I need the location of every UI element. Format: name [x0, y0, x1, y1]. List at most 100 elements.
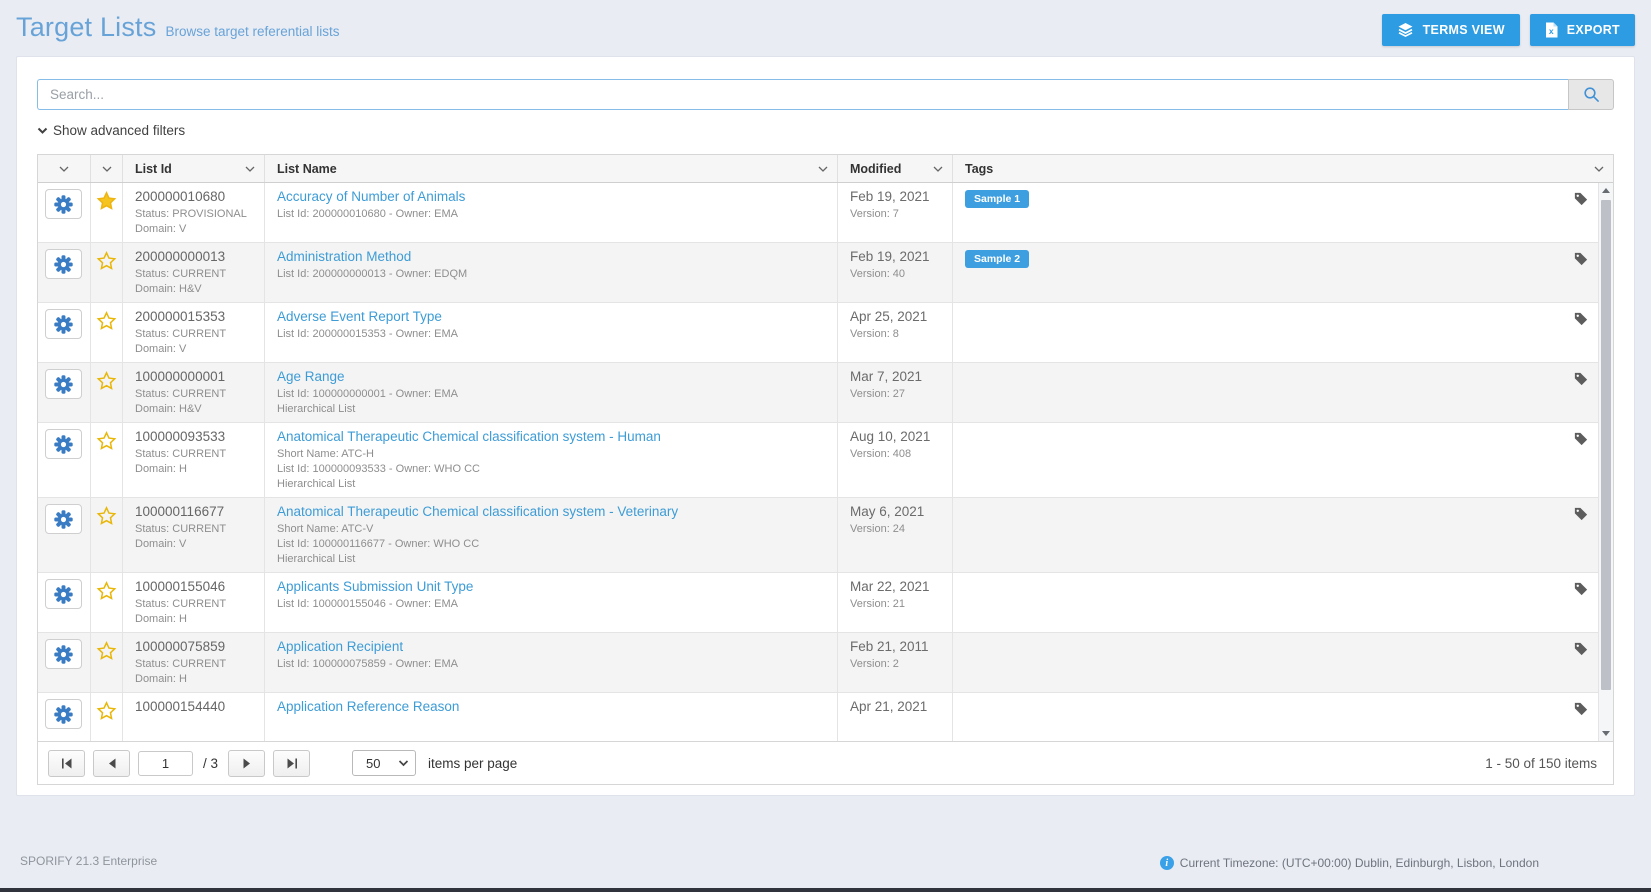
row-name-cell: Anatomical Therapeutic Chemical classifi… [264, 423, 837, 497]
list-name-link[interactable]: Anatomical Therapeutic Chemical classifi… [277, 428, 825, 445]
scroll-down-button[interactable] [1599, 726, 1613, 741]
row-name-cell: Applicants Submission Unit Type List Id:… [264, 573, 837, 632]
favorite-star-icon[interactable] [96, 251, 117, 276]
terms-view-button[interactable]: TERMS VIEW [1382, 14, 1520, 46]
row-settings-button[interactable] [45, 504, 82, 534]
tag-icon[interactable] [1574, 642, 1588, 656]
page-number-input[interactable] [138, 751, 193, 776]
next-page-button[interactable] [228, 750, 265, 777]
favorite-star-icon[interactable] [96, 641, 117, 666]
row-actions-cell [38, 693, 90, 741]
tag-badge[interactable]: Sample 2 [965, 250, 1029, 268]
header-cell-list-id[interactable]: List Id [122, 155, 264, 182]
search-button[interactable] [1568, 79, 1614, 110]
row-tags-cell [952, 498, 1598, 572]
row-settings-button[interactable] [45, 639, 82, 669]
favorite-star-icon[interactable] [96, 506, 117, 531]
row-star-cell [90, 633, 122, 692]
row-settings-button[interactable] [45, 369, 82, 399]
list-name-link[interactable]: Application Reference Reason [277, 698, 825, 715]
list-name-link[interactable]: Anatomical Therapeutic Chemical classifi… [277, 503, 825, 520]
list-name-link[interactable]: Applicants Submission Unit Type [277, 578, 825, 595]
tag-icon[interactable] [1574, 702, 1588, 716]
list-name-link[interactable]: Administration Method [277, 248, 825, 265]
tag-icon[interactable] [1574, 582, 1588, 596]
row-settings-button[interactable] [45, 309, 82, 339]
list-name-link[interactable]: Age Range [277, 368, 825, 385]
chevron-down-icon[interactable] [102, 166, 112, 172]
search-input[interactable] [37, 79, 1568, 110]
list-name-link[interactable]: Accuracy of Number of Animals [277, 188, 825, 205]
tag-icon[interactable] [1574, 432, 1588, 446]
chevron-down-icon[interactable] [59, 166, 69, 172]
list-name-link[interactable]: Adverse Event Report Type [277, 308, 825, 325]
row-detail: List Id: 100000116677 - Owner: WHO CC [277, 537, 825, 552]
first-page-button[interactable] [48, 750, 85, 777]
row-settings-button[interactable] [45, 579, 82, 609]
header-cell-actions[interactable] [38, 155, 90, 182]
row-modified-cell: Apr 25, 2021 Version: 8 [837, 303, 952, 362]
row-settings-button[interactable] [45, 249, 82, 279]
tag-badge[interactable]: Sample 1 [965, 190, 1029, 208]
export-label: EXPORT [1567, 23, 1620, 37]
tag-icon[interactable] [1574, 252, 1588, 266]
row-detail: List Id: 200000000013 - Owner: EDQM [277, 267, 825, 282]
row-id-cell: 200000010680 Status: PROVISIONAL Domain:… [122, 183, 264, 242]
row-details: List Id: 100000075859 - Owner: EMA [277, 657, 825, 672]
tag-icon[interactable] [1574, 192, 1588, 206]
app-header: Target Lists Browse target referential l… [0, 0, 1651, 44]
gear-icon [54, 510, 73, 529]
row-domain: Domain: H [135, 462, 252, 477]
chevron-down-icon[interactable] [245, 166, 255, 172]
row-tags-cell [952, 423, 1598, 497]
export-button[interactable]: x EXPORT [1530, 14, 1635, 46]
scroll-up-button[interactable] [1599, 183, 1613, 198]
chevron-down-icon [37, 127, 48, 135]
row-list-id: 200000015353 [135, 308, 252, 325]
page-title: Target Lists [16, 12, 156, 43]
last-page-button[interactable] [273, 750, 310, 777]
row-actions-cell [38, 633, 90, 692]
tag-icon[interactable] [1574, 507, 1588, 521]
row-version: Version: 408 [850, 447, 940, 462]
favorite-star-icon[interactable] [96, 311, 117, 336]
row-domain: Domain: V [135, 342, 252, 357]
chevron-down-icon[interactable] [818, 166, 828, 172]
skip-to-first-icon [61, 758, 73, 769]
row-id-cell: 100000155046 Status: CURRENT Domain: H [122, 573, 264, 632]
favorite-star-icon[interactable] [96, 371, 117, 396]
header-cell-favorite[interactable] [90, 155, 122, 182]
scroll-thumb[interactable] [1601, 200, 1611, 690]
advanced-filters-toggle[interactable]: Show advanced filters [37, 123, 185, 138]
favorite-star-icon[interactable] [96, 191, 117, 216]
row-details: Short Name: ATC-VList Id: 100000116677 -… [277, 522, 825, 567]
tag-icon[interactable] [1574, 372, 1588, 386]
row-status: Status: CURRENT [135, 327, 252, 342]
row-domain: Domain: H&V [135, 282, 252, 297]
row-detail: Hierarchical List [277, 552, 825, 567]
favorite-star-icon[interactable] [96, 701, 117, 726]
list-name-link[interactable]: Application Recipient [277, 638, 825, 655]
page-size-select[interactable]: 50 [352, 750, 416, 776]
pager-range-label: 1 - 50 of 150 items [1485, 756, 1603, 771]
row-settings-button[interactable] [45, 189, 82, 219]
header-cell-modified[interactable]: Modified [837, 155, 952, 182]
page-subtitle: Browse target referential lists [165, 24, 339, 39]
vertical-scrollbar[interactable] [1598, 183, 1613, 741]
previous-page-button[interactable] [93, 750, 130, 777]
row-settings-button[interactable] [45, 699, 82, 729]
favorite-star-icon[interactable] [96, 581, 117, 606]
chevron-left-icon [108, 758, 116, 769]
row-settings-button[interactable] [45, 429, 82, 459]
row-name-cell: Adverse Event Report Type List Id: 20000… [264, 303, 837, 362]
row-domain: Domain: H [135, 612, 252, 627]
chevron-down-icon[interactable] [1594, 166, 1604, 172]
tag-icon[interactable] [1574, 312, 1588, 326]
header-cell-tags[interactable]: Tags [952, 155, 1613, 182]
row-version: Version: 27 [850, 387, 940, 402]
row-list-id: 200000000013 [135, 248, 252, 265]
chevron-down-icon[interactable] [933, 166, 943, 172]
header-cell-list-name[interactable]: List Name [264, 155, 837, 182]
row-status: Status: CURRENT [135, 597, 252, 612]
favorite-star-icon[interactable] [96, 431, 117, 456]
